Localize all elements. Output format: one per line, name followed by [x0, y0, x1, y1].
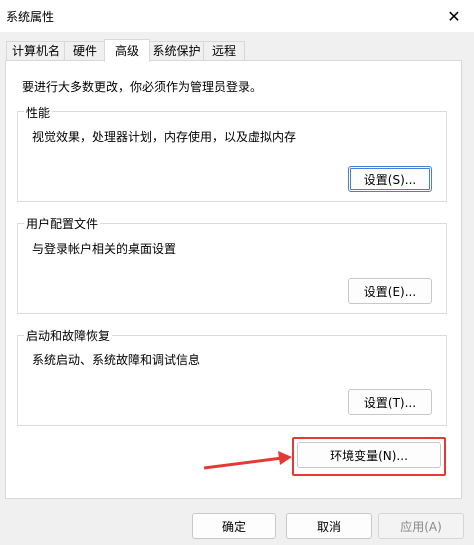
annotation-arrow-line: [203, 456, 283, 470]
cancel-button[interactable]: 取消: [286, 513, 372, 539]
annotation-arrow: [203, 451, 292, 470]
apply-button[interactable]: 应用(A): [378, 513, 464, 539]
tab-advanced[interactable]: 高级: [104, 39, 150, 62]
annotation-arrow-head: [278, 451, 292, 465]
ok-button[interactable]: 确定: [192, 513, 276, 539]
